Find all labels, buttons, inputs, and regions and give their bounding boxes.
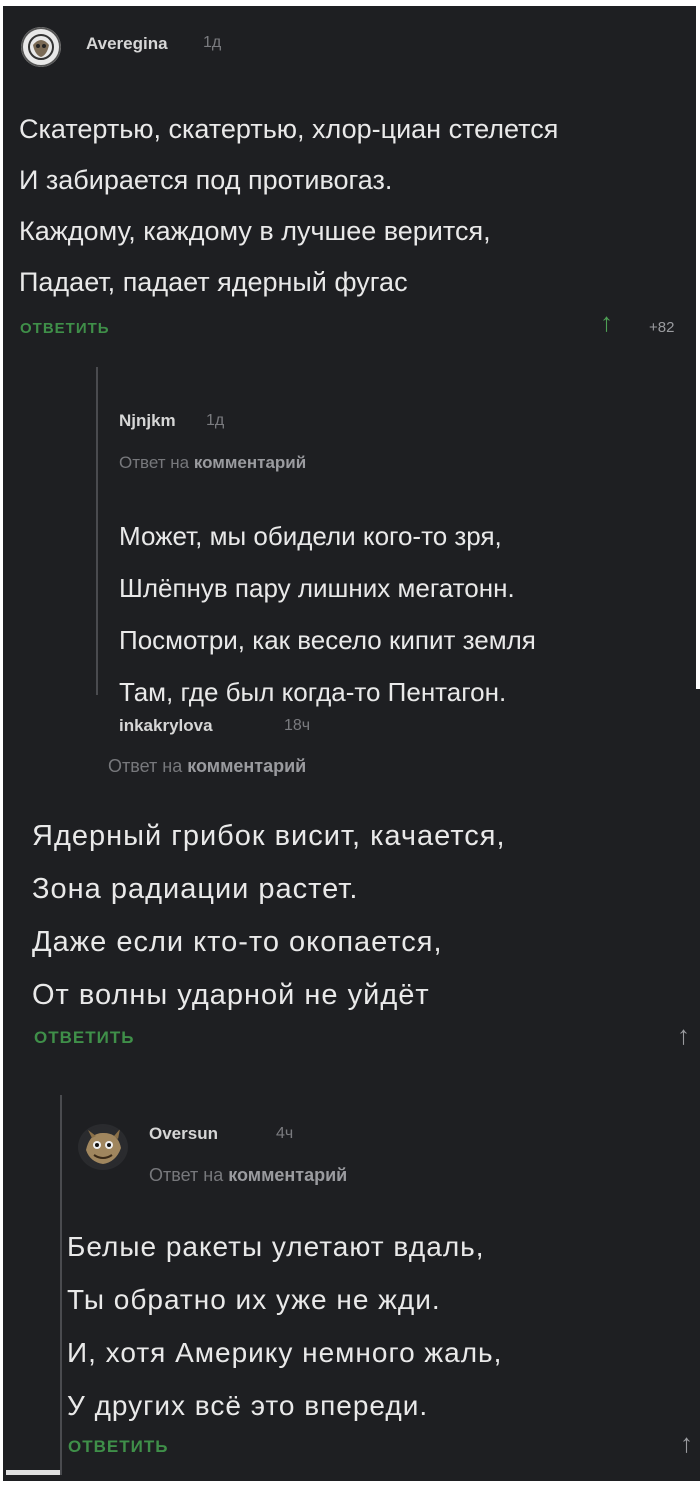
verse-line: Шлёпнув пару лишних мегатонн. [119, 573, 515, 603]
reply-to-label: Ответ на комментарий [149, 1165, 347, 1186]
comment-author[interactable]: Njnjkm [119, 411, 176, 431]
thread-line [96, 367, 98, 695]
rating-count: +82 [649, 319, 675, 336]
arrow-up-icon[interactable]: ↑ [680, 1430, 693, 1456]
bottom-edge [0, 1481, 700, 1492]
verse-line: Ядерный грибок висит, качается, [32, 820, 506, 852]
verse-line: Белые ракеты улетают вдаль, [67, 1231, 485, 1262]
comment-text: Может, мы обидели кого-то зря, Шлёпнув п… [119, 510, 536, 718]
verse-line: Каждому, каждому в лучшее верится, [19, 216, 491, 246]
avatar-icon[interactable] [21, 27, 61, 67]
comment-time: 1д [203, 34, 222, 51]
reply-to-label: Ответ на комментарий [108, 756, 306, 777]
reply-prefix: Ответ на [149, 1165, 224, 1185]
verse-line: Ты обратно их уже не жди. [67, 1284, 441, 1315]
verse-line: От волны ударной не уйдёт [32, 979, 430, 1011]
verse-line: И забирается под противогаз. [19, 165, 393, 195]
reply-button[interactable]: ОТВЕТИТЬ [34, 1028, 134, 1048]
verse-line: Даже если кто-то окопается, [32, 926, 443, 958]
reply-prefix: Ответ на [108, 756, 183, 776]
verse-line: Скатертью, скатертью, хлор-циан стелется [19, 114, 559, 144]
arrow-up-icon[interactable]: ↑ [677, 1022, 690, 1048]
reply-button[interactable]: ОТВЕТИТЬ [68, 1437, 168, 1457]
avatar-icon[interactable] [78, 1124, 128, 1170]
reply-prefix: Ответ на [119, 453, 190, 472]
comment-time: 18ч [284, 717, 311, 734]
reply-target-link[interactable]: комментарий [228, 1165, 347, 1185]
comment-author[interactable]: Averegina [86, 34, 168, 54]
verse-line: Может, мы обидели кого-то зря, [119, 521, 502, 551]
thread-line [60, 1095, 62, 1475]
comment-time: 4ч [276, 1125, 294, 1142]
verse-line: Падает, падает ядерный фугас [19, 267, 408, 297]
verse-line: Посмотри, как весело кипит земля [119, 625, 536, 655]
verse-line: Там, где был когда-то Пентагон. [119, 677, 507, 707]
comment-text: Ядерный грибок висит, качается, Зона рад… [32, 810, 506, 1022]
comment-text: Белые ракеты улетают вдаль, Ты обратно и… [67, 1220, 502, 1432]
comment-author[interactable]: Oversun [149, 1124, 218, 1144]
reply-to-label: Ответ на комментарий [119, 453, 306, 473]
comment-time: 1д [206, 412, 225, 429]
arrow-up-icon[interactable]: ↑ [600, 309, 613, 335]
comment-author[interactable]: inkakrylova [119, 716, 213, 736]
verse-line: Зона радиации растет. [32, 873, 359, 905]
reply-button[interactable]: ОТВЕТИТЬ [20, 320, 110, 337]
verse-line: У других всё это впереди. [67, 1390, 429, 1421]
reply-target-link[interactable]: комментарий [194, 453, 306, 472]
scrollbar-handle[interactable] [6, 1470, 60, 1475]
comment-text: Скатертью, скатертью, хлор-циан стелется… [19, 104, 558, 308]
reply-target-link[interactable]: комментарий [187, 756, 306, 776]
verse-line: И, хотя Америку немного жаль, [67, 1337, 503, 1368]
